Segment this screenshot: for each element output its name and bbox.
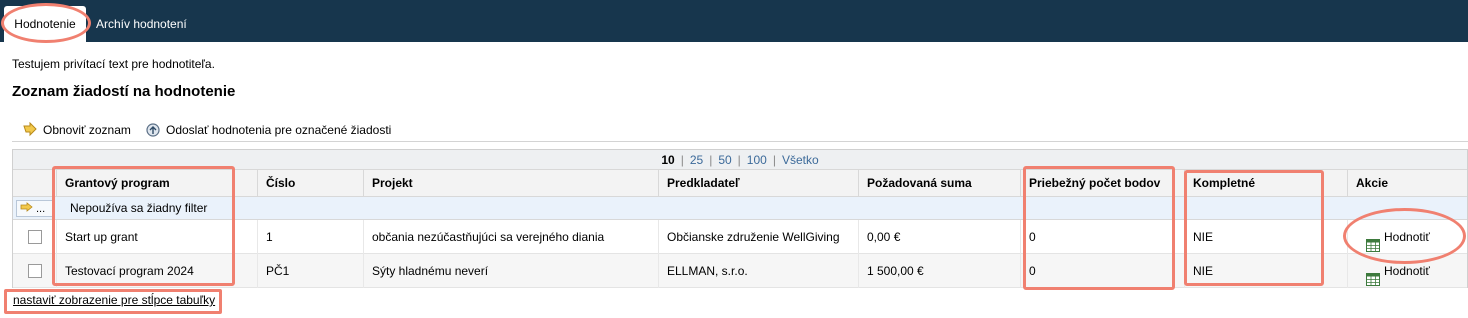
refresh-list-button[interactable]: Obnoviť zoznam <box>22 121 131 138</box>
cell-applicant: Občianske združenie WellGiving <box>658 220 858 254</box>
column-header-amount[interactable]: Požadovaná suma <box>858 170 1020 197</box>
cell-number: PČ1 <box>257 254 363 288</box>
cell-number: 1 <box>257 220 363 254</box>
toolbar: Obnoviť zoznam Odoslať hodnotenia pre oz… <box>12 118 1468 142</box>
cell-complete: NIE <box>1184 220 1347 254</box>
column-header-number[interactable]: Číslo <box>257 170 363 197</box>
select-column-header <box>13 170 56 197</box>
cell-program: Testovací program 2024 <box>56 254 257 288</box>
page-size-25[interactable]: 25 <box>690 153 703 167</box>
filter-icon <box>20 202 34 215</box>
cell-actions: Hodnotiť <box>1347 254 1467 288</box>
cell-score: 0 <box>1020 220 1184 254</box>
page-title: Zoznam žiadostí na hodnotenie <box>12 83 236 100</box>
cell-score: 0 <box>1020 254 1184 288</box>
grid-icon <box>1366 231 1380 252</box>
column-header-actions: Akcie <box>1347 170 1467 197</box>
page-size-all[interactable]: Všetko <box>782 153 819 167</box>
refresh-icon <box>22 121 38 138</box>
page-size-10[interactable]: 10 <box>661 153 674 167</box>
page-size-100[interactable]: 100 <box>747 153 767 167</box>
column-header-program[interactable]: Grantový program <box>56 170 257 197</box>
column-header-applicant[interactable]: Predkladateľ <box>658 170 858 197</box>
table-row: Start up grant 1 občania nezúčastňujúci … <box>13 220 1467 254</box>
page-size-selector: 10 | 25 | 50 | 100 | Všetko <box>13 150 1467 170</box>
column-settings-link[interactable]: nastaviť zobrazenie pre stĺpce tabuľky <box>13 293 215 307</box>
table-row: Testovací program 2024 PČ1 Sýty hladnému… <box>13 254 1467 288</box>
tab-hodnotenie[interactable]: Hodnotenie <box>4 6 86 42</box>
row-select-checkbox[interactable] <box>28 230 42 244</box>
cell-complete: NIE <box>1184 254 1347 288</box>
filter-row: ... Nepoužíva sa žiadny filter <box>13 197 1467 220</box>
evaluate-button[interactable]: Hodnotiť <box>1366 220 1430 254</box>
filter-button[interactable]: ... <box>16 200 54 217</box>
page-size-50[interactable]: 50 <box>718 153 731 167</box>
column-header-complete[interactable]: Kompletné <box>1184 170 1347 197</box>
grid-icon <box>1366 265 1380 286</box>
evaluate-label: Hodnotiť <box>1384 264 1430 278</box>
cell-amount: 1 500,00 € <box>858 254 1020 288</box>
row-select-checkbox[interactable] <box>28 264 42 278</box>
send-evaluations-label: Odoslať hodnotenia pre označené žiadosti <box>166 123 392 137</box>
column-header-project[interactable]: Projekt <box>363 170 658 197</box>
tab-archiv-hodnoteni[interactable]: Archív hodnotení <box>96 6 187 42</box>
filter-status-text: Nepoužíva sa žiadny filter <box>70 201 208 215</box>
welcome-text: Testujem privítací text pre hodnotiteľa. <box>12 57 215 71</box>
cell-applicant: ELLMAN, s.r.o. <box>658 254 858 288</box>
cell-actions: Hodnotiť <box>1347 220 1467 254</box>
send-evaluations-button[interactable]: Odoslať hodnotenia pre označené žiadosti <box>145 122 391 138</box>
evaluate-button[interactable]: Hodnotiť <box>1366 254 1430 288</box>
cell-project: občania nezúčastňujúci sa verejného dian… <box>363 220 658 254</box>
cell-program: Start up grant <box>56 220 257 254</box>
top-navigation-bar: Hodnotenie Archív hodnotení <box>0 0 1468 42</box>
filter-button-label: ... <box>36 202 46 215</box>
evaluate-label: Hodnotiť <box>1384 230 1430 244</box>
send-icon <box>145 122 161 138</box>
cell-project: Sýty hladnému neverí <box>363 254 658 288</box>
table-header: Grantový program Číslo Projekt Predklada… <box>13 170 1467 197</box>
applications-table: 10 | 25 | 50 | 100 | Všetko Grantový program Čís… <box>12 149 1468 288</box>
cell-amount: 0,00 € <box>858 220 1020 254</box>
refresh-list-label: Obnoviť zoznam <box>43 123 131 137</box>
column-header-score[interactable]: Priebežný počet bodov <box>1020 170 1184 197</box>
